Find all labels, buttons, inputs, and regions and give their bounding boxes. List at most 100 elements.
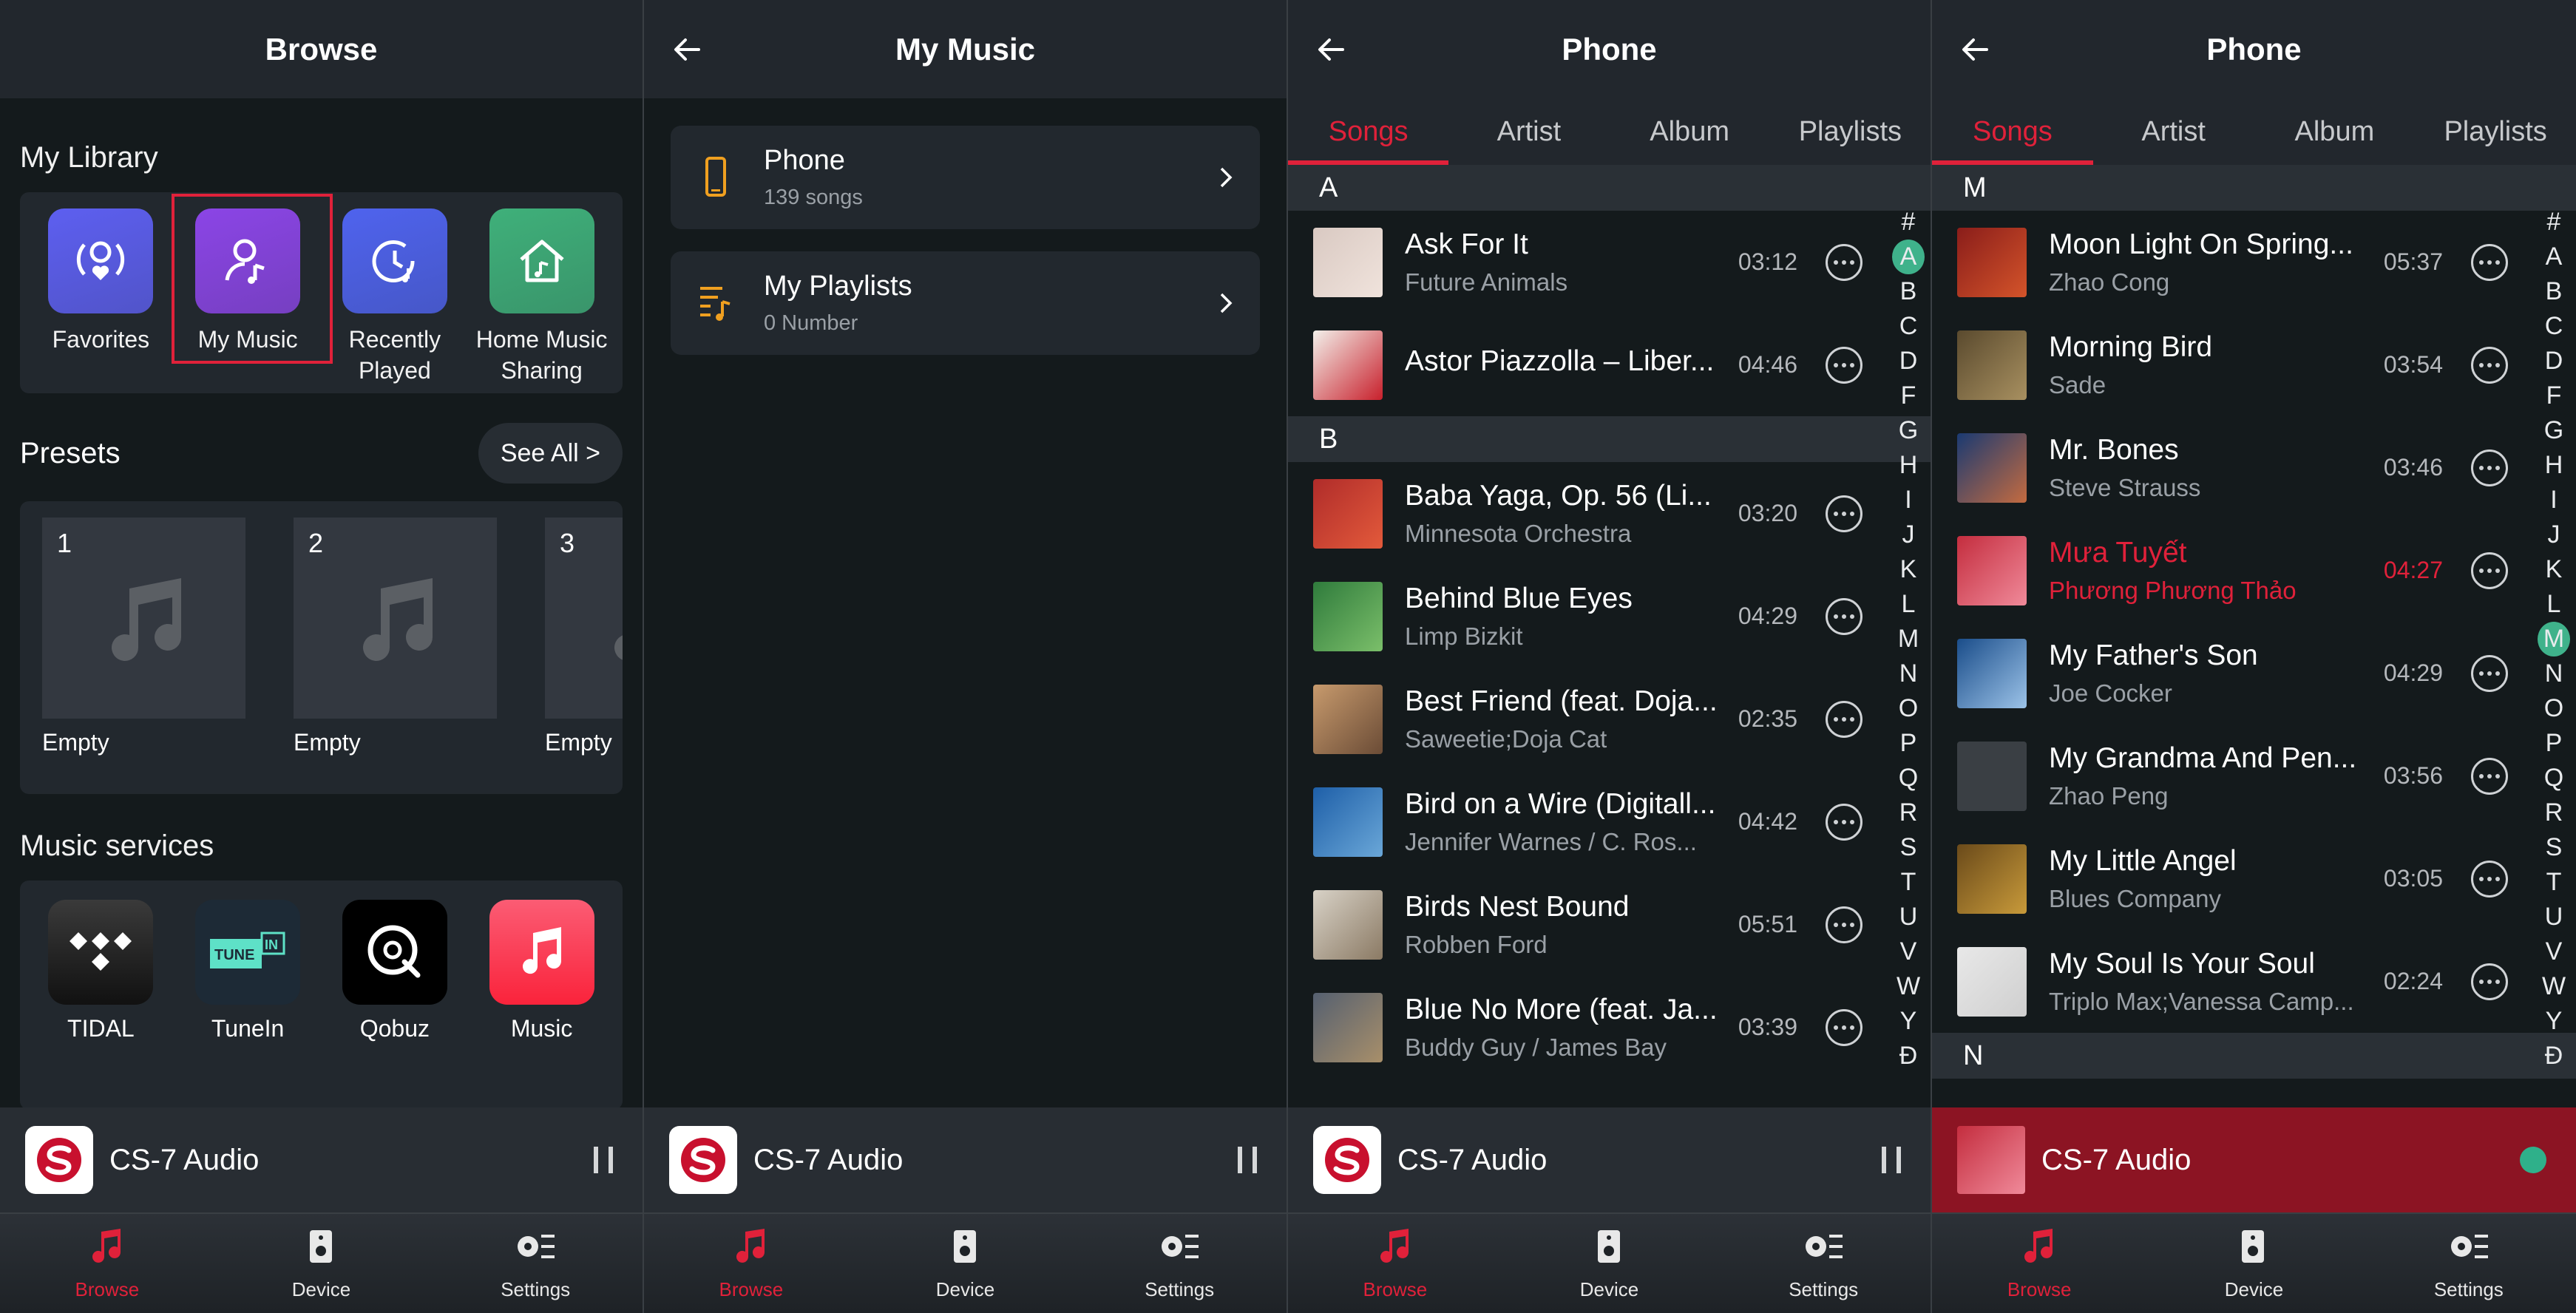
nav-item-settings[interactable]: Settings bbox=[1716, 1214, 1931, 1313]
song-row[interactable]: Moon Light On Spring... Zhao Cong 05:37 bbox=[1932, 211, 2576, 313]
nav-item-device[interactable]: Device bbox=[214, 1214, 429, 1313]
song-row[interactable]: My Father's Son Joe Cocker 04:29 bbox=[1932, 622, 2576, 725]
index-letter[interactable]: H bbox=[2538, 448, 2570, 483]
song-row[interactable]: Bird on a Wire (Digitall... Jennifer War… bbox=[1288, 770, 1931, 873]
service-qobuz[interactable]: Qobuz bbox=[325, 900, 465, 1110]
index-letter[interactable]: I bbox=[1892, 483, 1925, 518]
index-letter[interactable]: W bbox=[2538, 969, 2570, 1004]
back-arrow-icon[interactable] bbox=[672, 35, 702, 64]
index-letter[interactable]: L bbox=[1892, 587, 1925, 622]
library-item-home-music-sharing[interactable]: Home Music Sharing bbox=[472, 208, 612, 393]
index-letter[interactable]: # bbox=[1892, 205, 1925, 240]
song-row[interactable]: Morning Bird Sade 03:54 bbox=[1932, 313, 2576, 416]
index-letter[interactable]: Q bbox=[1892, 761, 1925, 795]
song-row[interactable]: Mr. Bones Steve Strauss 03:46 bbox=[1932, 416, 2576, 519]
more-options-icon[interactable] bbox=[2471, 757, 2508, 795]
index-letter[interactable]: P bbox=[1892, 726, 1925, 761]
my-music-item-phone[interactable]: Phone 139 songs bbox=[671, 126, 1260, 229]
more-options-icon[interactable] bbox=[1826, 495, 1862, 532]
index-letter[interactable]: Q bbox=[2538, 761, 2570, 795]
song-row[interactable]: My Grandma And Pen... Zhao Peng 03:56 bbox=[1932, 725, 2576, 827]
mini-player[interactable]: CS-7 Audio bbox=[644, 1107, 1287, 1212]
mini-player[interactable]: CS-7 Audio bbox=[1932, 1107, 2576, 1212]
song-row[interactable]: Ask For It Future Animals 03:12 bbox=[1288, 211, 1931, 313]
nav-item-device[interactable]: Device bbox=[2146, 1214, 2361, 1313]
index-letter[interactable]: V bbox=[1892, 934, 1925, 969]
more-options-icon[interactable] bbox=[2471, 654, 2508, 692]
nav-item-settings[interactable]: Settings bbox=[428, 1214, 643, 1313]
index-letter[interactable]: B bbox=[2538, 274, 2570, 309]
index-letter[interactable]: F bbox=[2538, 379, 2570, 413]
more-options-icon[interactable] bbox=[2471, 860, 2508, 898]
index-letter[interactable]: Đ bbox=[1892, 1039, 1925, 1073]
mini-player[interactable]: CS-7 Audio bbox=[1288, 1107, 1931, 1212]
back-arrow-icon[interactable] bbox=[1316, 35, 1346, 64]
nav-item-settings[interactable]: Settings bbox=[1072, 1214, 1287, 1313]
song-row[interactable]: My Soul Is Your Soul Triplo Max;Vanessa … bbox=[1932, 930, 2576, 1033]
alphabet-index[interactable]: # A B C D F G H I J K L M N O P Q R S T U V W Y Đ bbox=[2538, 205, 2570, 1073]
index-letter[interactable]: D bbox=[2538, 344, 2570, 379]
nav-item-browse[interactable]: Browse bbox=[644, 1214, 858, 1313]
index-letter[interactable]: U bbox=[1892, 900, 1925, 934]
index-letter[interactable]: V bbox=[2538, 934, 2570, 969]
more-options-icon[interactable] bbox=[2471, 552, 2508, 589]
nav-item-browse[interactable]: Browse bbox=[1288, 1214, 1502, 1313]
index-letter[interactable]: C bbox=[1892, 309, 1925, 344]
index-letter[interactable]: H bbox=[1892, 448, 1925, 483]
tab-playlists[interactable]: Playlists bbox=[2415, 98, 2576, 165]
preset-item[interactable]: 2 Empty bbox=[294, 518, 497, 794]
more-options-icon[interactable] bbox=[1826, 700, 1862, 738]
index-letter[interactable]: F bbox=[1892, 379, 1925, 413]
more-options-icon[interactable] bbox=[2471, 963, 2508, 1000]
tab-songs[interactable]: Songs bbox=[1288, 98, 1449, 165]
service-music[interactable]: Music bbox=[472, 900, 612, 1110]
pause-button[interactable] bbox=[1238, 1147, 1257, 1173]
index-letter[interactable]: W bbox=[1892, 969, 1925, 1004]
index-letter[interactable]: U bbox=[2538, 900, 2570, 934]
index-letter[interactable]: S bbox=[1892, 830, 1925, 865]
index-letter[interactable]: G bbox=[2538, 413, 2570, 448]
index-letter[interactable]: M bbox=[1892, 622, 1925, 656]
index-letter[interactable]: R bbox=[1892, 795, 1925, 830]
index-letter[interactable]: L bbox=[2538, 587, 2570, 622]
index-letter[interactable]: G bbox=[1892, 413, 1925, 448]
index-letter[interactable]: S bbox=[2538, 830, 2570, 865]
see-all-button[interactable]: See All > bbox=[478, 423, 623, 484]
index-letter[interactable]: A bbox=[1892, 240, 1925, 274]
index-letter[interactable]: A bbox=[2538, 240, 2570, 274]
song-row[interactable]: My Little Angel Blues Company 03:05 bbox=[1932, 827, 2576, 930]
more-options-icon[interactable] bbox=[1826, 803, 1862, 841]
song-row[interactable]: Blue No More (feat. Ja... Buddy Guy / Ja… bbox=[1288, 976, 1931, 1079]
song-row[interactable]: Baba Yaga, Op. 56 (Li... Minnesota Orche… bbox=[1288, 462, 1931, 565]
nav-item-browse[interactable]: Browse bbox=[1932, 1214, 2146, 1313]
nav-item-device[interactable]: Device bbox=[858, 1214, 1073, 1313]
index-letter[interactable]: C bbox=[2538, 309, 2570, 344]
tab-artist[interactable]: Artist bbox=[1448, 98, 1609, 165]
pause-button[interactable] bbox=[594, 1147, 613, 1173]
index-letter[interactable]: T bbox=[1892, 865, 1925, 900]
preset-item[interactable]: 3 Empty bbox=[545, 518, 623, 794]
nav-item-device[interactable]: Device bbox=[1502, 1214, 1717, 1313]
tab-artist[interactable]: Artist bbox=[2093, 98, 2254, 165]
library-item-favorites[interactable]: Favorites bbox=[30, 208, 171, 393]
index-letter[interactable]: T bbox=[2538, 865, 2570, 900]
service-tidal[interactable]: TIDAL bbox=[30, 900, 171, 1110]
more-options-icon[interactable] bbox=[1826, 346, 1862, 384]
more-options-icon[interactable] bbox=[1826, 597, 1862, 635]
library-item-recently-played[interactable]: Recently Played bbox=[325, 208, 465, 393]
more-options-icon[interactable] bbox=[1826, 243, 1862, 281]
index-letter[interactable]: N bbox=[1892, 656, 1925, 691]
song-row[interactable]: Behind Blue Eyes Limp Bizkit 04:29 bbox=[1288, 565, 1931, 668]
nav-item-settings[interactable]: Settings bbox=[2362, 1214, 2576, 1313]
more-options-icon[interactable] bbox=[1826, 1008, 1862, 1046]
tab-playlists[interactable]: Playlists bbox=[1770, 98, 1931, 165]
index-letter[interactable]: # bbox=[2538, 205, 2570, 240]
index-letter[interactable]: R bbox=[2538, 795, 2570, 830]
index-letter[interactable]: B bbox=[1892, 274, 1925, 309]
tab-album[interactable]: Album bbox=[1610, 98, 1770, 165]
song-row[interactable]: Birds Nest Bound Robben Ford 05:51 bbox=[1288, 873, 1931, 976]
index-letter[interactable]: Đ bbox=[2538, 1039, 2570, 1073]
index-letter[interactable]: D bbox=[1892, 344, 1925, 379]
index-letter[interactable]: O bbox=[2538, 691, 2570, 726]
preset-item[interactable]: 1 Empty bbox=[42, 518, 245, 794]
